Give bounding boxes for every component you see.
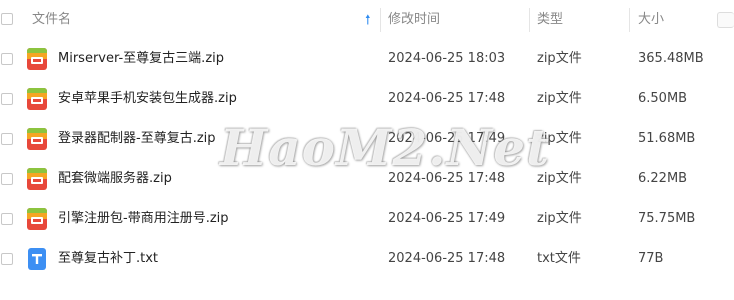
file-size: 75.75MB xyxy=(638,211,696,226)
file-date: 2024-06-25 17:48 xyxy=(388,251,506,266)
zip-icon xyxy=(27,88,47,110)
column-header-name[interactable]: 文件名 xyxy=(32,12,71,28)
txt-icon xyxy=(28,248,46,270)
row-checkbox[interactable] xyxy=(1,93,13,105)
arrow-up-icon[interactable]: 🠕 xyxy=(365,11,371,33)
file-row[interactable]: 引擎注册包-带商用注册号.zip 2024-06-25 17:49 zip文件 … xyxy=(0,199,734,239)
file-row[interactable]: 至尊复古补丁.txt 2024-06-25 17:48 txt文件 77B xyxy=(0,239,734,279)
column-divider[interactable] xyxy=(380,8,381,32)
column-header-type[interactable]: 类型 xyxy=(537,12,563,28)
file-row[interactable]: 登录器配制器-至尊复古.zip 2024-06-25 17:49 zip文件 5… xyxy=(0,119,734,159)
zip-icon xyxy=(27,48,47,70)
column-header-size[interactable]: 大小 xyxy=(638,12,664,28)
file-row[interactable]: 安卓苹果手机安装包生成器.zip 2024-06-25 17:48 zip文件 … xyxy=(0,79,734,119)
file-size: 51.68MB xyxy=(638,131,696,146)
zip-icon xyxy=(27,128,47,150)
file-type: zip文件 xyxy=(537,51,582,66)
file-size: 6.50MB xyxy=(638,91,688,106)
file-type: txt文件 xyxy=(537,251,581,266)
row-checkbox[interactable] xyxy=(1,173,13,185)
file-name[interactable]: 配套微端服务器.zip xyxy=(58,170,172,188)
file-name[interactable]: 安卓苹果手机安装包生成器.zip xyxy=(58,90,237,108)
file-type: zip文件 xyxy=(537,131,582,146)
column-divider[interactable] xyxy=(529,8,530,32)
select-all-checkbox[interactable] xyxy=(1,13,13,25)
file-name[interactable]: Mirserver-至尊复古三端.zip xyxy=(58,50,224,68)
file-date: 2024-06-25 17:49 xyxy=(388,211,506,226)
file-date: 2024-06-25 17:48 xyxy=(388,91,506,106)
file-row[interactable]: 配套微端服务器.zip 2024-06-25 17:48 zip文件 6.22M… xyxy=(0,159,734,199)
file-size: 6.22MB xyxy=(638,171,688,186)
file-name[interactable]: 至尊复古补丁.txt xyxy=(58,250,158,268)
zip-icon xyxy=(27,208,47,230)
column-header-modified[interactable]: 修改时间 xyxy=(388,12,440,28)
file-size: 77B xyxy=(638,251,664,266)
file-date: 2024-06-25 17:48 xyxy=(388,171,506,186)
file-list-header: 文件名 🠕 修改时间 类型 大小 xyxy=(0,0,734,40)
file-size: 365.48MB xyxy=(638,51,704,66)
file-date: 2024-06-25 18:03 xyxy=(388,51,506,66)
column-options-button[interactable] xyxy=(717,12,734,28)
row-checkbox[interactable] xyxy=(1,53,13,65)
file-row[interactable]: Mirserver-至尊复古三端.zip 2024-06-25 18:03 zi… xyxy=(0,39,734,79)
row-checkbox[interactable] xyxy=(1,213,13,225)
file-type: zip文件 xyxy=(537,211,582,226)
file-type: zip文件 xyxy=(537,91,582,106)
column-divider[interactable] xyxy=(629,8,630,32)
zip-icon xyxy=(27,168,47,190)
file-name[interactable]: 登录器配制器-至尊复古.zip xyxy=(58,130,216,148)
file-date: 2024-06-25 17:49 xyxy=(388,131,506,146)
file-type: zip文件 xyxy=(537,171,582,186)
file-name[interactable]: 引擎注册包-带商用注册号.zip xyxy=(58,210,229,228)
row-checkbox[interactable] xyxy=(1,133,13,145)
row-checkbox[interactable] xyxy=(1,253,13,265)
